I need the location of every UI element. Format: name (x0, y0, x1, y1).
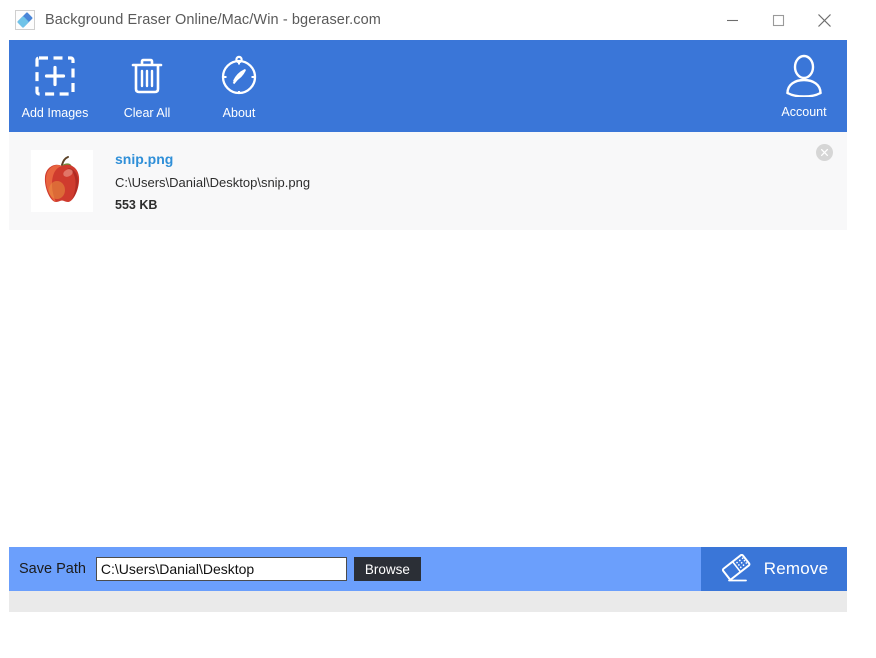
save-path-input[interactable] (95, 557, 347, 581)
maximize-button[interactable] (755, 0, 801, 40)
remove-label: Remove (763, 559, 829, 578)
close-icon (817, 13, 831, 27)
remove-file-button[interactable] (816, 144, 833, 161)
file-meta: snip.png C:\Users\Danial\Desktop\snip.pn… (115, 151, 310, 212)
close-button[interactable] (801, 0, 847, 40)
table-row[interactable]: snip.png C:\Users\Danial\Desktop\snip.pn… (9, 132, 847, 230)
close-circle-icon (820, 148, 829, 157)
eraser-icon (721, 554, 751, 582)
add-images-label: Add Images (21, 106, 89, 120)
maximize-icon (772, 14, 784, 26)
account-label: Account (781, 105, 827, 119)
eraser-diamond-icon (15, 10, 35, 30)
account-button[interactable]: Account (761, 40, 847, 132)
remove-button[interactable]: Remove (701, 547, 847, 591)
compass-icon-wrap (218, 54, 260, 98)
user-icon-wrap (784, 53, 824, 97)
file-path: C:\Users\Danial\Desktop\snip.png (115, 174, 311, 190)
trash-icon-wrap (127, 54, 167, 98)
about-label: About (222, 106, 256, 120)
minimize-icon (726, 19, 738, 21)
window-title: Background Eraser Online/Mac/Win - bgera… (45, 12, 381, 28)
add-images-button[interactable]: Add Images (9, 40, 101, 132)
window-controls (709, 0, 847, 40)
clear-all-button[interactable]: Clear All (101, 40, 193, 132)
file-name[interactable]: snip.png (115, 151, 310, 167)
title-bar: Background Eraser Online/Mac/Win - bgera… (9, 0, 847, 40)
user-icon (786, 54, 822, 97)
toolbar: Add Images Clear All About Account (9, 40, 847, 132)
bottom-bar: Save Path Browse (9, 547, 847, 591)
app-window: Background Eraser Online/Mac/Win - bgera… (9, 0, 847, 632)
apple-thumbnail (31, 150, 93, 212)
save-path-label: Save Path (19, 561, 86, 577)
minimize-button[interactable] (709, 0, 755, 40)
status-strip (9, 591, 847, 612)
compass-icon (221, 55, 257, 95)
trash-icon (131, 58, 163, 94)
add-images-icon-wrap (34, 54, 76, 98)
about-button[interactable]: About (193, 40, 285, 132)
file-list: snip.png C:\Users\Danial\Desktop\snip.pn… (9, 132, 847, 547)
file-size: 553 KB (115, 197, 158, 212)
clear-all-label: Clear All (123, 106, 171, 120)
add-images-icon (35, 56, 75, 96)
browse-button[interactable]: Browse (353, 557, 421, 581)
apple-thumbnail-image (33, 152, 91, 210)
